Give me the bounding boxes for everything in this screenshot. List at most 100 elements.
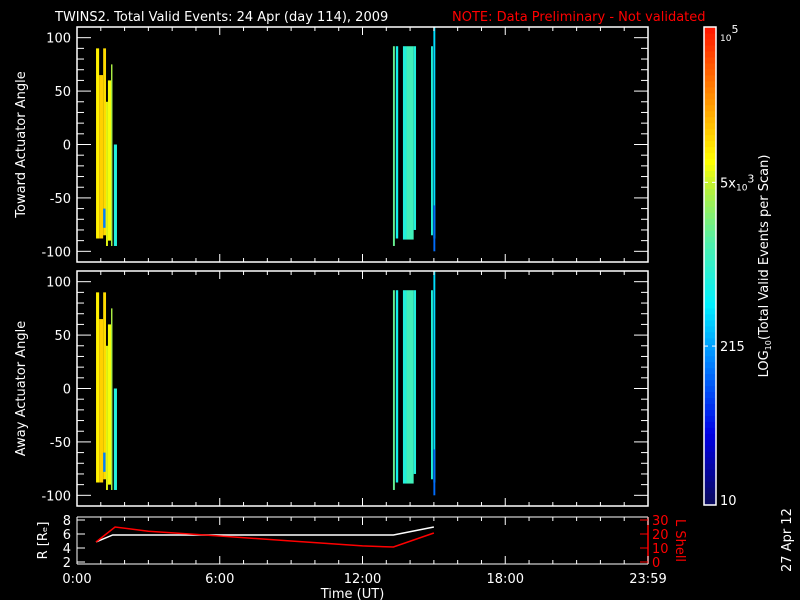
colorbar-segment xyxy=(704,451,716,458)
y-tick-label: 0 xyxy=(63,139,71,154)
x-axis-label: Time (UT) xyxy=(320,587,385,600)
colorbar-segment xyxy=(704,134,716,142)
colorbar-segment xyxy=(704,254,716,261)
colorbar-segment xyxy=(704,194,716,201)
data-bar xyxy=(107,80,112,241)
data-bar xyxy=(113,144,117,246)
colorbar-segment xyxy=(704,230,716,237)
colorbar-segment xyxy=(704,80,716,88)
colorbar-segment xyxy=(704,487,716,494)
y-tick-label: 2 xyxy=(63,556,71,571)
colorbar-segment xyxy=(704,289,716,297)
colorbar-segment xyxy=(704,403,716,410)
colorbar-segment xyxy=(704,475,716,482)
colorbar-segment xyxy=(704,379,716,387)
colorbar-segment xyxy=(704,457,716,464)
colorbar-segment xyxy=(704,493,716,500)
data-bar xyxy=(431,290,433,480)
colorbar-segment xyxy=(704,140,716,148)
colorbar-tick-label: 5x103 xyxy=(720,172,754,193)
y-tick-label: -100 xyxy=(41,489,71,504)
colorbar-segment xyxy=(704,50,716,58)
colorbar-label: LOG10(Total Valid Events per Scan) xyxy=(757,155,773,378)
colorbar-segment xyxy=(704,343,716,351)
colorbar-segment xyxy=(704,188,716,195)
colorbar-segment xyxy=(704,200,716,207)
y-tick-label: 50 xyxy=(54,85,71,100)
colorbar-segment xyxy=(704,445,716,452)
colorbar-segment xyxy=(704,32,716,40)
colorbar-segment xyxy=(704,62,716,70)
toward-angle-panel: 100 50 0 -50 -100 Toward Actuator Angle xyxy=(14,26,649,263)
colorbar-segment xyxy=(704,421,716,428)
colorbar-segment xyxy=(704,110,716,118)
colorbar-segment xyxy=(704,152,716,160)
away-angle-panel: 100 50 0 -50 -100 Away Actuator Angle xyxy=(14,270,649,507)
data-bar xyxy=(106,101,108,246)
data-bar xyxy=(106,345,108,490)
colorbar-segment xyxy=(704,266,716,273)
data-bar xyxy=(103,452,106,472)
colorbar-segment xyxy=(704,224,716,231)
lshell-axis-label: L Shell xyxy=(672,519,687,562)
colorbar-segment xyxy=(704,367,716,375)
y-tick-label: 0 xyxy=(63,383,71,398)
colorbar-segment xyxy=(704,385,716,393)
y2-tick-label: 10 xyxy=(652,542,669,557)
x-tick-label: 18:00 xyxy=(487,572,524,587)
data-bar xyxy=(406,290,414,484)
colorbar-segment xyxy=(704,92,716,100)
radius-axis-label: R [Rₑ] xyxy=(36,522,51,560)
colorbar-segment xyxy=(704,415,716,422)
colorbar-segment xyxy=(704,307,716,315)
y-tick-label: 4 xyxy=(63,542,71,557)
data-bar xyxy=(413,290,417,474)
colorbar-segment xyxy=(704,427,716,434)
colorbar-segment xyxy=(704,164,716,171)
colorbar-tick-label: 215 xyxy=(720,340,745,355)
data-bar xyxy=(99,75,104,239)
colorbar-segment xyxy=(704,391,716,399)
data-bar xyxy=(111,308,113,490)
data-bar xyxy=(103,48,107,236)
colorbar-segment xyxy=(704,27,716,34)
date-stamp: 27 Apr 12 xyxy=(780,508,795,572)
data-bar xyxy=(433,449,436,496)
y-axis-label: Away Actuator Angle xyxy=(14,321,29,456)
colorbar-segment xyxy=(704,242,716,249)
x-tick-label: 23:59 xyxy=(629,572,666,587)
colorbar-segment xyxy=(704,313,716,321)
colorbar-segment xyxy=(704,122,716,130)
colorbar-segment xyxy=(704,38,716,46)
colorbar-segment xyxy=(704,236,716,243)
colorbar-segment xyxy=(704,325,716,333)
colorbar-segment xyxy=(704,206,716,213)
data-bar xyxy=(392,290,395,490)
data-bar xyxy=(413,46,417,230)
data-bar xyxy=(103,208,106,228)
colorbar-segment xyxy=(704,439,716,446)
colorbar-segment xyxy=(704,104,716,112)
colorbar-segment xyxy=(704,295,716,303)
y2-tick-label: 30 xyxy=(652,514,669,529)
colorbar-segment xyxy=(704,277,716,285)
y-tick-label: 100 xyxy=(46,276,71,291)
colorbar-segment xyxy=(704,283,716,291)
colorbar-segment xyxy=(704,397,716,405)
y-tick-label: -50 xyxy=(50,436,71,451)
colorbar-segment xyxy=(704,481,716,488)
colorbar-segment xyxy=(704,170,716,177)
colorbar-segment xyxy=(704,271,716,279)
orbit-panel: 2468 0102030 0:00 6:00 12:00 18:00 23:59 Time (… xyxy=(36,514,687,600)
colorbar-segment xyxy=(704,182,716,189)
colorbar-segment xyxy=(704,86,716,94)
colorbar-segment xyxy=(704,218,716,225)
colorbar-segment xyxy=(704,319,716,327)
colorbar-segment xyxy=(704,116,716,124)
colorbar-segment xyxy=(704,355,716,363)
colorbar-segment xyxy=(704,463,716,470)
lshell-line xyxy=(95,526,435,548)
y-tick-label: -50 xyxy=(50,192,71,207)
y2-tick-label: 0 xyxy=(652,556,660,571)
colorbar-segment xyxy=(704,44,716,52)
